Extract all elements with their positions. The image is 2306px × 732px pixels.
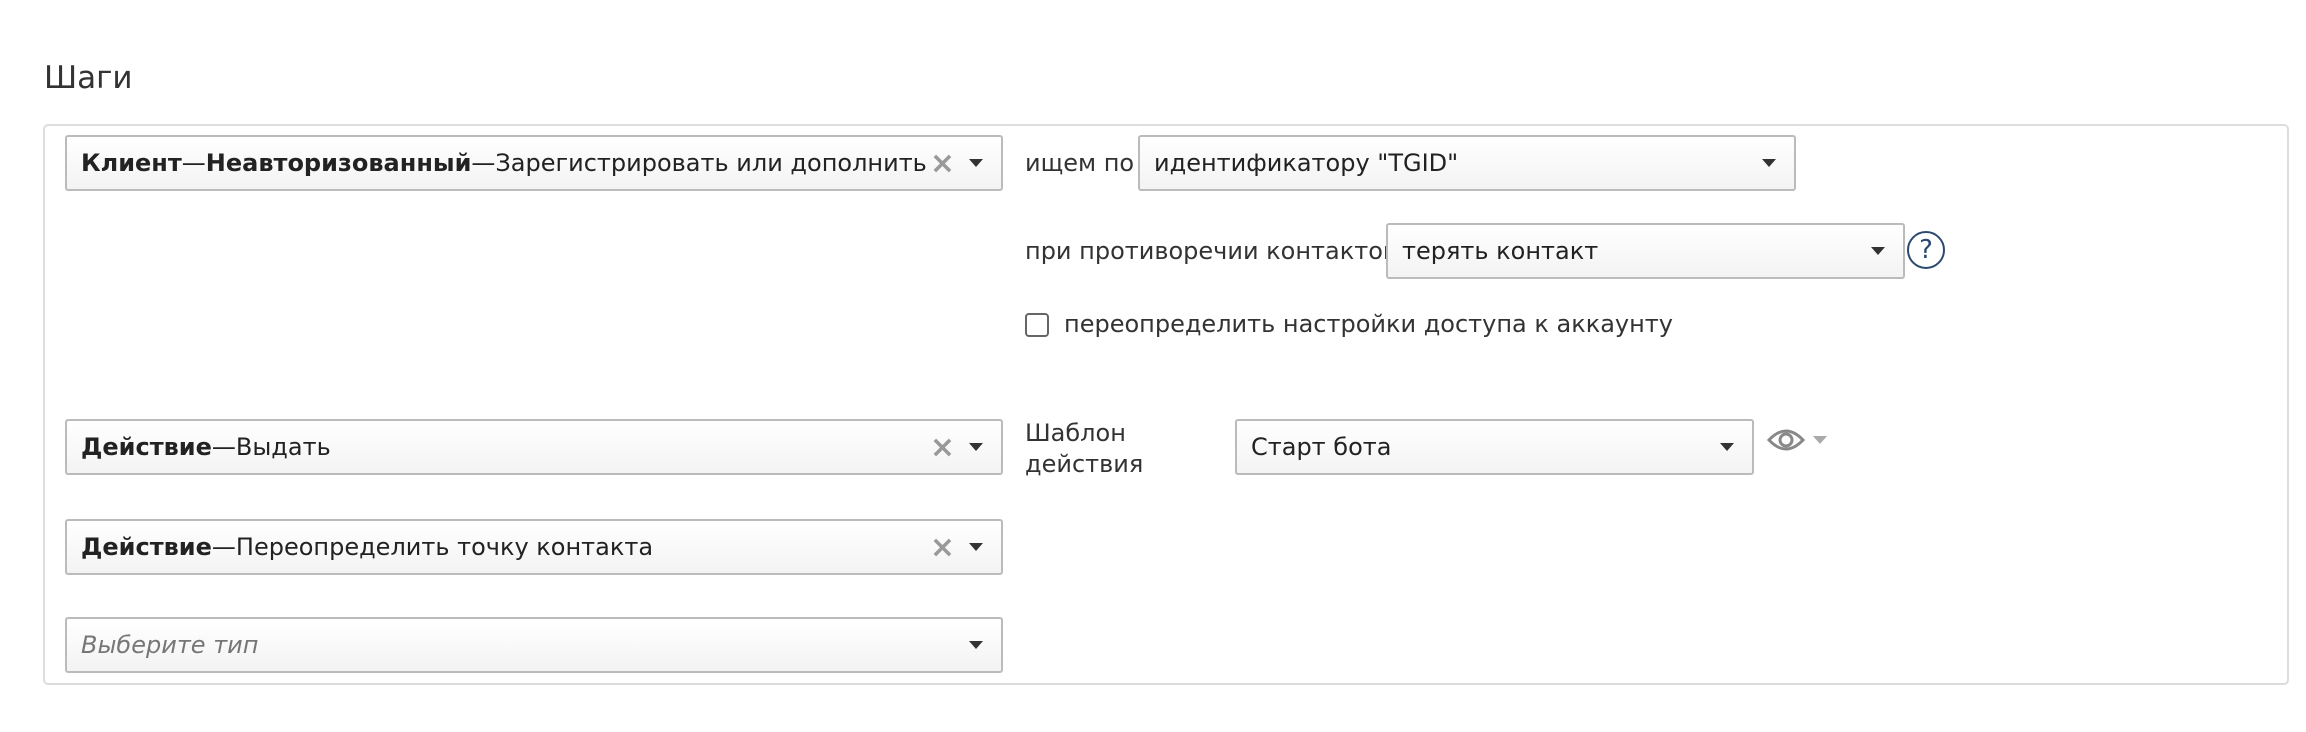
search-by-select[interactable]: идентификатору "TGID" bbox=[1138, 135, 1796, 191]
step-type: Действие bbox=[81, 533, 212, 561]
steps-panel bbox=[43, 124, 2289, 685]
template-label-line: действия bbox=[1025, 450, 1144, 478]
step-type: Клиент bbox=[81, 149, 182, 177]
step-2-select[interactable]: Действие — Выдать × bbox=[65, 419, 1003, 475]
caret-down-icon bbox=[1813, 436, 1827, 444]
eye-icon bbox=[1767, 429, 1805, 451]
caret-down-icon bbox=[1762, 159, 1776, 167]
template-value: Старт бота bbox=[1251, 433, 1392, 461]
caret-down-icon bbox=[1871, 247, 1885, 255]
step-action: Зарегистрировать или дополнить bbox=[495, 149, 927, 177]
sep: — bbox=[181, 149, 206, 177]
step-action: Выдать bbox=[235, 433, 331, 461]
search-by-value: идентификатору "TGID" bbox=[1154, 149, 1459, 177]
search-by-label: ищем по bbox=[1025, 149, 1135, 177]
section-title: Шаги bbox=[44, 60, 133, 96]
caret-down-icon[interactable] bbox=[969, 543, 983, 551]
template-label-line: Шаблон bbox=[1025, 419, 1126, 447]
step-3-select[interactable]: Действие — Переопределить точку контакта… bbox=[65, 519, 1003, 575]
eye-preview-button[interactable] bbox=[1767, 426, 1827, 454]
step-type: Действие bbox=[81, 433, 212, 461]
caret-down-icon[interactable] bbox=[969, 443, 983, 451]
clear-icon[interactable]: × bbox=[930, 530, 955, 565]
step-1-select[interactable]: Клиент — Неавторизованный — Зарегистриро… bbox=[65, 135, 1003, 191]
template-select[interactable]: Старт бота bbox=[1235, 419, 1754, 475]
clear-icon[interactable]: × bbox=[930, 430, 955, 465]
clear-icon[interactable]: × bbox=[930, 146, 955, 181]
caret-down-icon bbox=[969, 641, 983, 649]
sep: — bbox=[211, 433, 236, 461]
step-action: Переопределить точку контакта bbox=[235, 533, 654, 561]
sep: — bbox=[211, 533, 236, 561]
caret-down-icon bbox=[1720, 443, 1734, 451]
help-icon[interactable]: ? bbox=[1907, 231, 1945, 269]
override-access-label: переопределить настройки доступа к аккау… bbox=[1064, 310, 1673, 338]
conflict-select[interactable]: терять контакт bbox=[1386, 223, 1905, 279]
conflict-value: терять контакт bbox=[1402, 237, 1599, 265]
override-access-checkbox[interactable] bbox=[1025, 313, 1049, 337]
new-step-type-select[interactable]: Выберите тип bbox=[65, 617, 1003, 673]
sep: — bbox=[471, 149, 496, 177]
step-subtype: Неавторизованный bbox=[205, 149, 472, 177]
conflict-label: при противоречии контактов bbox=[1025, 237, 1398, 265]
new-step-placeholder: Выберите тип bbox=[81, 631, 259, 659]
template-label: Шаблон действия bbox=[1025, 418, 1143, 480]
caret-down-icon[interactable] bbox=[969, 159, 983, 167]
